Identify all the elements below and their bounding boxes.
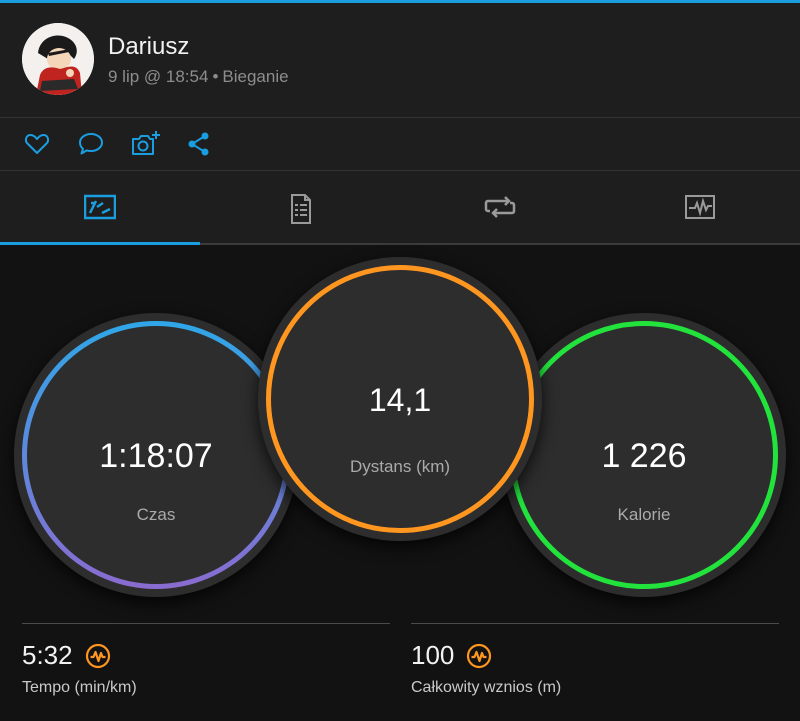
- camera-add-icon: [132, 131, 160, 155]
- pace-label: Tempo (min/km): [22, 679, 137, 696]
- overview-icon: [84, 194, 116, 220]
- user-name[interactable]: Dariusz: [108, 33, 189, 61]
- tab-overview[interactable]: [0, 171, 200, 243]
- meta-separator: •: [212, 67, 219, 86]
- distance-circle[interactable]: 14,1 Dystans (km): [258, 257, 542, 541]
- share-button[interactable]: [185, 130, 213, 158]
- add-photo-button[interactable]: [131, 130, 160, 158]
- chart-icon: [685, 195, 715, 219]
- pace-value: 5:32: [22, 640, 73, 670]
- calories-value: 1 226: [601, 437, 687, 475]
- activity-badge-icon: [85, 643, 110, 668]
- action-bar: [0, 118, 800, 171]
- activity-badge-icon: [467, 643, 492, 668]
- time-circle[interactable]: 1:18:07 Czas: [14, 313, 298, 597]
- ascent-value: 100: [411, 640, 455, 670]
- time-label: Czas: [136, 505, 176, 524]
- comment-icon: [79, 133, 103, 155]
- activity-header: Dariusz 9 lip @ 18:54 • Bieganie: [0, 3, 800, 118]
- like-button[interactable]: [23, 130, 51, 158]
- pace-stat[interactable]: 5:32 Tempo (min/km): [22, 623, 390, 697]
- details-icon: [291, 194, 311, 224]
- tab-details[interactable]: [200, 171, 400, 243]
- tab-bar: [0, 171, 800, 245]
- activity-meta: 9 lip @ 18:54 • Bieganie: [108, 67, 289, 87]
- tab-charts[interactable]: [600, 171, 800, 243]
- calories-label: Kalorie: [617, 505, 671, 524]
- divider: [22, 623, 390, 624]
- distance-label: Dystans (km): [349, 457, 451, 476]
- comment-button[interactable]: [77, 130, 105, 158]
- ascent-stat[interactable]: 100 Całkowity wznios (m): [411, 623, 779, 697]
- heart-icon: [24, 134, 50, 154]
- divider: [411, 623, 779, 624]
- activity-type: Bieganie: [222, 67, 289, 86]
- ascent-row: 100: [411, 640, 779, 671]
- avatar[interactable]: [22, 23, 94, 95]
- calories-circle[interactable]: 1 226 Kalorie: [502, 313, 786, 597]
- summary-panel: 1:18:07 Czas 1 226 Kalorie 14,1 Dystans …: [0, 245, 800, 721]
- ascent-label: Całkowity wznios (m): [411, 679, 562, 696]
- time-value: 1:18:07: [99, 437, 213, 475]
- distance-value: 14,1: [368, 382, 432, 418]
- activity-date: 9 lip @ 18:54: [108, 67, 209, 86]
- tab-laps[interactable]: [400, 171, 600, 243]
- pace-row: 5:32: [22, 640, 390, 671]
- share-icon: [188, 132, 209, 156]
- laps-icon: [484, 196, 516, 218]
